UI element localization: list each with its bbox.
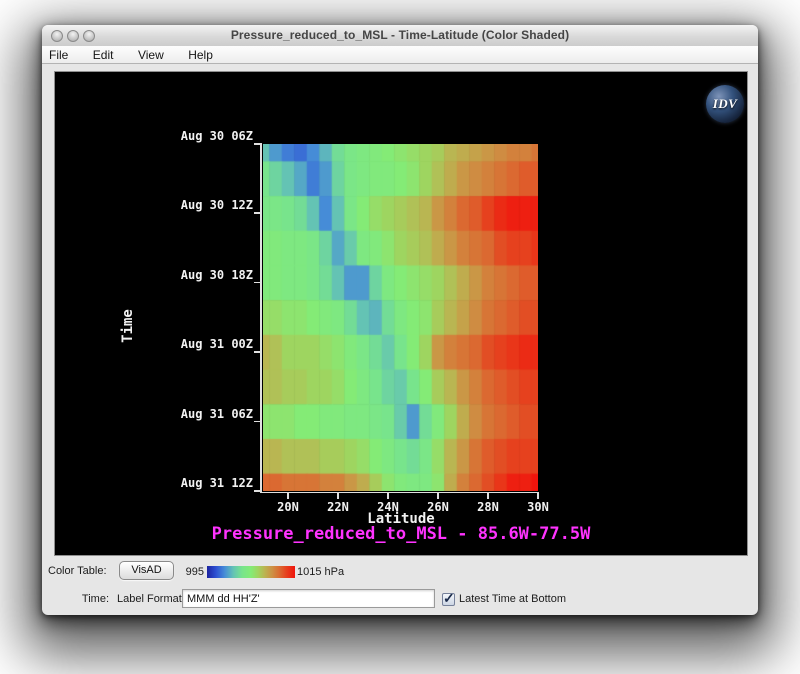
label-format-label: Label Format:: [117, 593, 185, 605]
y-tick: [254, 143, 260, 145]
window-title: Pressure_reduced_to_MSL - Time-Latitude …: [42, 28, 758, 42]
title-bar[interactable]: Pressure_reduced_to_MSL - Time-Latitude …: [42, 25, 758, 47]
menu-view[interactable]: View: [128, 46, 174, 62]
color-table-label: Color Table:: [48, 565, 107, 577]
x-axis-line: [260, 492, 539, 494]
idv-logo: IDV: [706, 85, 744, 123]
x-tick: [487, 493, 489, 499]
x-tick: [287, 493, 289, 499]
y-axis-title: Time: [120, 293, 136, 359]
y-tick-label: Aug 30 12Z: [143, 198, 253, 212]
x-tick: [337, 493, 339, 499]
app-window: Pressure_reduced_to_MSL - Time-Latitude …: [42, 25, 758, 615]
y-axis-line: [260, 143, 262, 492]
idv-logo-text: IDV: [706, 96, 744, 112]
colorbar: [207, 566, 295, 578]
colorbar-max-label: 1015 hPa: [297, 566, 344, 578]
y-tick-label: Aug 30 06Z: [143, 129, 253, 143]
y-tick-label: Aug 31 06Z: [143, 407, 253, 421]
menu-edit[interactable]: Edit: [83, 46, 124, 62]
menu-help[interactable]: Help: [178, 46, 223, 62]
latest-time-checkbox[interactable]: [442, 593, 455, 606]
y-tick-label: Aug 30 18Z: [143, 268, 253, 282]
menu-file[interactable]: File: [42, 46, 78, 62]
x-tick-label: 30N: [513, 500, 563, 514]
label-format-input[interactable]: [182, 589, 435, 608]
x-tick: [387, 493, 389, 499]
heatmap-canvas[interactable]: [263, 144, 538, 491]
y-tick: [254, 490, 260, 492]
x-tick-label: 28N: [463, 500, 513, 514]
x-tick-label: 20N: [263, 500, 313, 514]
y-tick-label: Aug 31 12Z: [143, 476, 253, 490]
time-section-label: Time:: [67, 593, 109, 605]
x-tick: [537, 493, 539, 499]
latest-time-checkbox-label[interactable]: Latest Time at Bottom: [459, 593, 566, 605]
visad-color-table-button[interactable]: VisAD: [119, 561, 174, 580]
x-tick-label: 24N: [363, 500, 413, 514]
plot-title: Pressure_reduced_to_MSL - 85.6W-77.5W: [151, 524, 651, 544]
colorbar-min-label: 995: [182, 566, 204, 578]
y-tick: [254, 282, 260, 284]
display-panel[interactable]: IDV Time Latitude Pressure_reduced_to_MS…: [54, 71, 748, 556]
y-tick: [254, 212, 260, 214]
x-tick-label: 26N: [413, 500, 463, 514]
y-tick-label: Aug 31 00Z: [143, 337, 253, 351]
x-tick: [437, 493, 439, 499]
y-tick: [254, 351, 260, 353]
y-tick: [254, 421, 260, 423]
menu-bar: File Edit View Help: [42, 46, 758, 64]
x-tick-label: 22N: [313, 500, 363, 514]
